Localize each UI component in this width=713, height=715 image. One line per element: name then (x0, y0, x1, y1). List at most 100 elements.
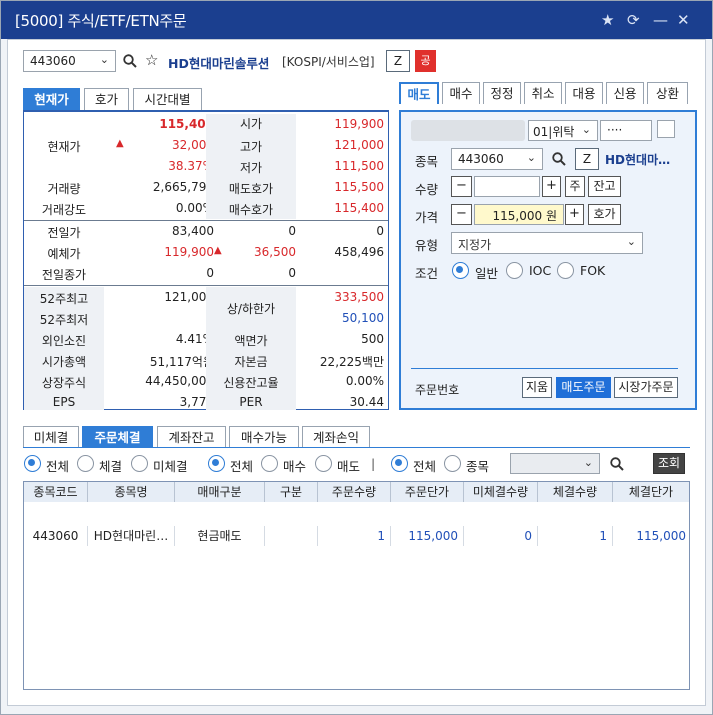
low-price: 111,500 (334, 159, 384, 173)
account-type-select[interactable]: 01|위탁 ⌄ (528, 120, 598, 141)
filter1-filled-radio[interactable] (77, 455, 94, 472)
high-label: 고가 (206, 135, 296, 156)
cell-order-price: 115,000 (391, 526, 464, 546)
sell-order-button[interactable]: 매도주문 (556, 377, 611, 398)
chevron-down-icon: ⌄ (99, 53, 109, 66)
filter1-filled-label: 체결 (99, 459, 123, 474)
tab-unfilled[interactable]: 미체결 (23, 426, 79, 448)
market-order-button[interactable]: 시장가주문 (614, 377, 678, 398)
search-icon[interactable] (552, 152, 566, 166)
table-row[interactable]: 443060 HD현대마린… 현금매도 1 115,000 0 1 115,00… (24, 503, 689, 546)
col-header-name[interactable]: 종목명 (88, 482, 175, 502)
type-label: 유형 (415, 238, 439, 253)
prevclose-b: 0 (288, 266, 296, 280)
capital-label: 자본금 (206, 350, 296, 371)
cond-ioc-radio[interactable] (506, 262, 523, 279)
col-header-category[interactable]: 구분 (265, 482, 318, 502)
tab-account-balance[interactable]: 계좌잔고 (157, 426, 226, 448)
filter3-stock-radio[interactable] (444, 455, 461, 472)
tab-modify[interactable]: 정정 (483, 82, 521, 104)
prevclose-label: 전일종가 (41, 268, 87, 282)
window-title: [5000] 주식/ETF/ETN주문 (15, 12, 187, 30)
balance-button[interactable]: 잔고 (588, 176, 621, 197)
z-button[interactable]: Z (386, 50, 410, 72)
password-input[interactable]: ···· (600, 120, 652, 141)
qty-minus-button[interactable]: − (451, 176, 472, 197)
qty-input[interactable] (474, 176, 540, 197)
current-price: 115,400 (159, 117, 214, 131)
cond-ioc-label: IOC (529, 263, 552, 278)
ask-price: 115,500 (334, 180, 384, 194)
tab-credit[interactable]: 신용 (606, 82, 644, 104)
tab-cancel[interactable]: 취소 (524, 82, 562, 104)
filter-stock-select[interactable]: ⌄ (510, 453, 600, 474)
cond-fok-radio[interactable] (557, 262, 574, 279)
tab-timeline[interactable]: 시간대별 (133, 88, 202, 110)
filter3-all-radio[interactable] (391, 455, 408, 472)
ju-button[interactable]: 주 (565, 176, 585, 197)
filter1-all-label: 전체 (46, 459, 70, 474)
up-arrow-icon: ▲ (116, 138, 124, 149)
stock-code-select[interactable]: 443060 ⌄ (23, 50, 116, 72)
refresh-icon[interactable]: ⟳ (627, 11, 640, 29)
tab-current-price[interactable]: 현재가 (23, 88, 80, 110)
w52h-label: 52주최고 (24, 287, 104, 308)
stock-label: 종목 (415, 154, 439, 169)
tab-account-pnl[interactable]: 계좌손익 (302, 426, 370, 448)
col-header-code[interactable]: 종목코드 (24, 482, 88, 502)
clear-button[interactable]: 지움 (522, 377, 552, 398)
favorite-star-icon[interactable]: ★ (601, 11, 614, 29)
listed-label: 상장주식 (24, 371, 104, 392)
col-header-filled-price[interactable]: 체결단가 (613, 482, 689, 502)
eps-label: EPS (24, 392, 104, 410)
tab-substitute[interactable]: 대용 (565, 82, 603, 104)
filter1-all-radio[interactable] (24, 455, 41, 472)
hoga-button[interactable]: 호가 (588, 204, 621, 225)
col-header-order-qty[interactable]: 주문수량 (318, 482, 391, 502)
tab-hoga[interactable]: 호가 (84, 88, 129, 110)
stock-name: HD현대마린솔루션 (168, 56, 270, 71)
order-z-button[interactable]: Z (575, 148, 599, 170)
prev-price: 83,400 (172, 224, 214, 238)
account-number-masked[interactable] (411, 120, 525, 141)
price-input[interactable]: 115,000 원 (474, 204, 564, 225)
close-icon[interactable]: ✕ (677, 11, 690, 29)
expect-change: 36,500 (254, 245, 296, 259)
price-minus-button[interactable]: − (451, 204, 472, 225)
col-header-unfilled-qty[interactable]: 미체결수량 (464, 482, 538, 502)
filter1-unfilled-radio[interactable] (131, 455, 148, 472)
order-type-select[interactable]: 지정가 ⌄ (451, 232, 643, 254)
favorite-icon[interactable]: ☆ (145, 51, 158, 69)
tab-repay[interactable]: 상환 (647, 82, 688, 104)
search-icon[interactable] (123, 54, 137, 68)
col-header-trade-type[interactable]: 매매구분 (175, 482, 265, 502)
option-checkbox[interactable] (657, 120, 675, 138)
col-header-order-price[interactable]: 주문단가 (391, 482, 464, 502)
tab-order-filled[interactable]: 주문체결 (82, 426, 153, 448)
filter3-stock-label: 종목 (466, 459, 490, 474)
gong-button[interactable]: 공 (415, 50, 436, 72)
order-type-value: 지정가 (458, 238, 492, 252)
filter1-unfilled-label: 미체결 (153, 459, 188, 474)
cond-normal-radio[interactable] (452, 262, 469, 279)
open-label: 시가 (206, 114, 296, 135)
filter2-sell-radio[interactable] (315, 455, 332, 472)
price-plus-button[interactable]: + (565, 204, 584, 225)
tab-buy[interactable]: 매수 (442, 82, 480, 104)
tab-sell[interactable]: 매도 (399, 82, 439, 104)
cell-code: 443060 (24, 526, 88, 546)
filter2-buy-radio[interactable] (261, 455, 278, 472)
filter3-all-label: 전체 (413, 459, 437, 474)
volume-value: 2,665,792 (152, 180, 214, 194)
high-price: 121,000 (334, 138, 384, 152)
col-header-filled-qty[interactable]: 체결수량 (538, 482, 613, 502)
minimize-icon[interactable]: — (653, 11, 668, 29)
qty-plus-button[interactable]: + (542, 176, 561, 197)
filter2-all-radio[interactable] (208, 455, 225, 472)
query-button[interactable]: 조회 (653, 453, 685, 474)
tab-buy-available[interactable]: 매수가능 (229, 426, 299, 448)
filter2-buy-label: 매수 (283, 459, 307, 474)
order-stock-select[interactable]: 443060 ⌄ (451, 148, 543, 170)
search-icon[interactable] (610, 457, 624, 471)
expect-volume: 458,496 (334, 245, 384, 259)
